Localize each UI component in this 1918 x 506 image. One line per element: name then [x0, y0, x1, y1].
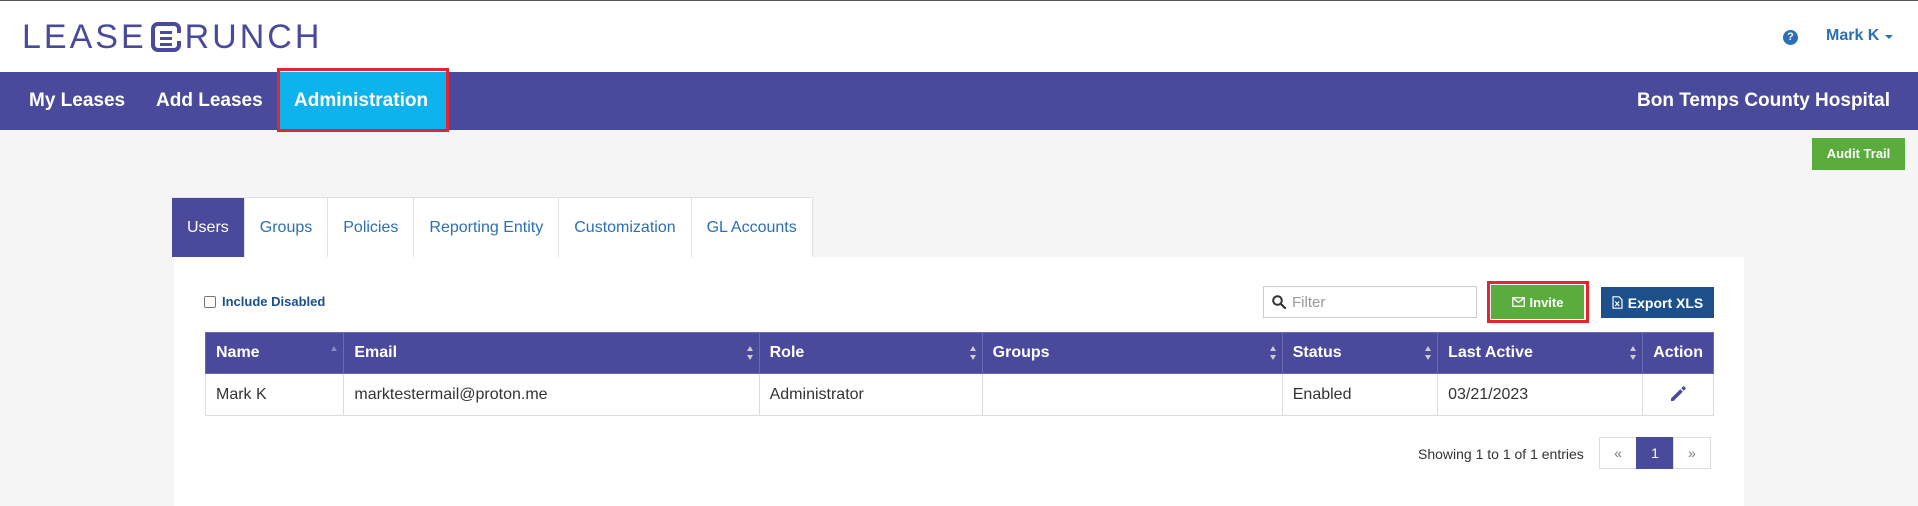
logo-c-icon — [150, 22, 182, 52]
export-label: Export XLS — [1627, 294, 1704, 311]
filter-input[interactable] — [1292, 293, 1462, 311]
logo-text-right: RUNCH — [184, 17, 323, 56]
table-row: Mark K marktestermail@proton.me Administ… — [204, 373, 1714, 416]
export-xls-button[interactable]: Export XLS — [1601, 287, 1714, 318]
sort-icon — [1425, 346, 1432, 360]
sort-asc-icon — [331, 346, 338, 360]
cell-groups — [981, 373, 1283, 416]
organization-name: Bon Temps County Hospital — [1637, 90, 1890, 111]
column-header-name[interactable]: Name — [204, 332, 345, 374]
tab-customization[interactable]: Customization — [559, 197, 692, 257]
include-disabled-checkbox[interactable] — [204, 295, 216, 308]
tab-policies[interactable]: Policies — [328, 197, 415, 257]
help-icon[interactable]: ? — [1783, 30, 1798, 45]
tab-users[interactable]: Users — [172, 197, 245, 257]
column-header-status[interactable]: Status — [1281, 332, 1439, 374]
pagination-info: Showing 1 to 1 of 1 entries — [1418, 446, 1584, 462]
main-nav: My Leases Add Leases Administration Bon … — [0, 72, 1918, 130]
tab-gl-accounts[interactable]: GL Accounts — [691, 197, 813, 257]
admin-tabs: Users Groups Policies Reporting Entity C… — [172, 197, 813, 257]
users-table: Name Email Role Groups Status Last Activ… — [204, 332, 1714, 416]
top-header: LEASE RUNCH ? Mark K — [0, 0, 1918, 72]
include-disabled-label: Include Disabled — [222, 294, 326, 309]
column-header-role[interactable]: Role — [758, 332, 983, 374]
tab-groups[interactable]: Groups — [244, 197, 329, 257]
column-header-email[interactable]: Email — [343, 332, 760, 374]
sort-icon — [1269, 346, 1276, 360]
caret-down-icon — [1885, 35, 1894, 39]
cell-email: marktestermail@proton.me — [343, 373, 760, 416]
nav-administration[interactable]: Administration — [278, 72, 446, 130]
user-menu[interactable]: Mark K — [1826, 27, 1894, 45]
envelope-icon — [1511, 297, 1525, 307]
nav-my-leases[interactable]: My Leases — [29, 72, 125, 130]
invite-label: Invite — [1529, 294, 1564, 310]
column-header-last-active[interactable]: Last Active — [1437, 332, 1644, 374]
logo-text-left: LEASE — [22, 17, 147, 56]
pencil-icon[interactable] — [1669, 385, 1687, 403]
user-name: Mark K — [1826, 27, 1880, 44]
filter-box[interactable] — [1263, 286, 1477, 318]
pagination-next-button[interactable]: » — [1673, 437, 1711, 469]
pagination-prev-button[interactable]: « — [1599, 437, 1637, 469]
search-icon — [1272, 295, 1286, 309]
invite-button[interactable]: Invite — [1491, 285, 1584, 319]
column-header-groups[interactable]: Groups — [981, 332, 1283, 374]
table-header-row: Name Email Role Groups Status Last Activ… — [204, 332, 1714, 374]
pagination: « 1 » — [1599, 437, 1711, 469]
pagination-page-1[interactable]: 1 — [1636, 437, 1674, 469]
tab-reporting-entity[interactable]: Reporting Entity — [414, 197, 560, 257]
nav-add-leases[interactable]: Add Leases — [156, 72, 263, 130]
column-header-action: Action — [1642, 332, 1714, 374]
cell-action — [1642, 373, 1714, 416]
cell-role: Administrator — [758, 373, 983, 416]
include-disabled-toggle[interactable]: Include Disabled — [204, 294, 325, 309]
audit-trail-button[interactable]: Audit Trail — [1812, 138, 1905, 170]
cell-status: Enabled — [1281, 373, 1439, 416]
sort-icon — [746, 346, 753, 360]
excel-file-icon — [1612, 296, 1623, 309]
sort-icon — [1630, 346, 1637, 360]
cell-name: Mark K — [204, 373, 345, 416]
sort-icon — [969, 346, 976, 360]
cell-last-active: 03/21/2023 — [1437, 373, 1644, 416]
leasecrunch-logo[interactable]: LEASE RUNCH — [22, 15, 322, 59]
